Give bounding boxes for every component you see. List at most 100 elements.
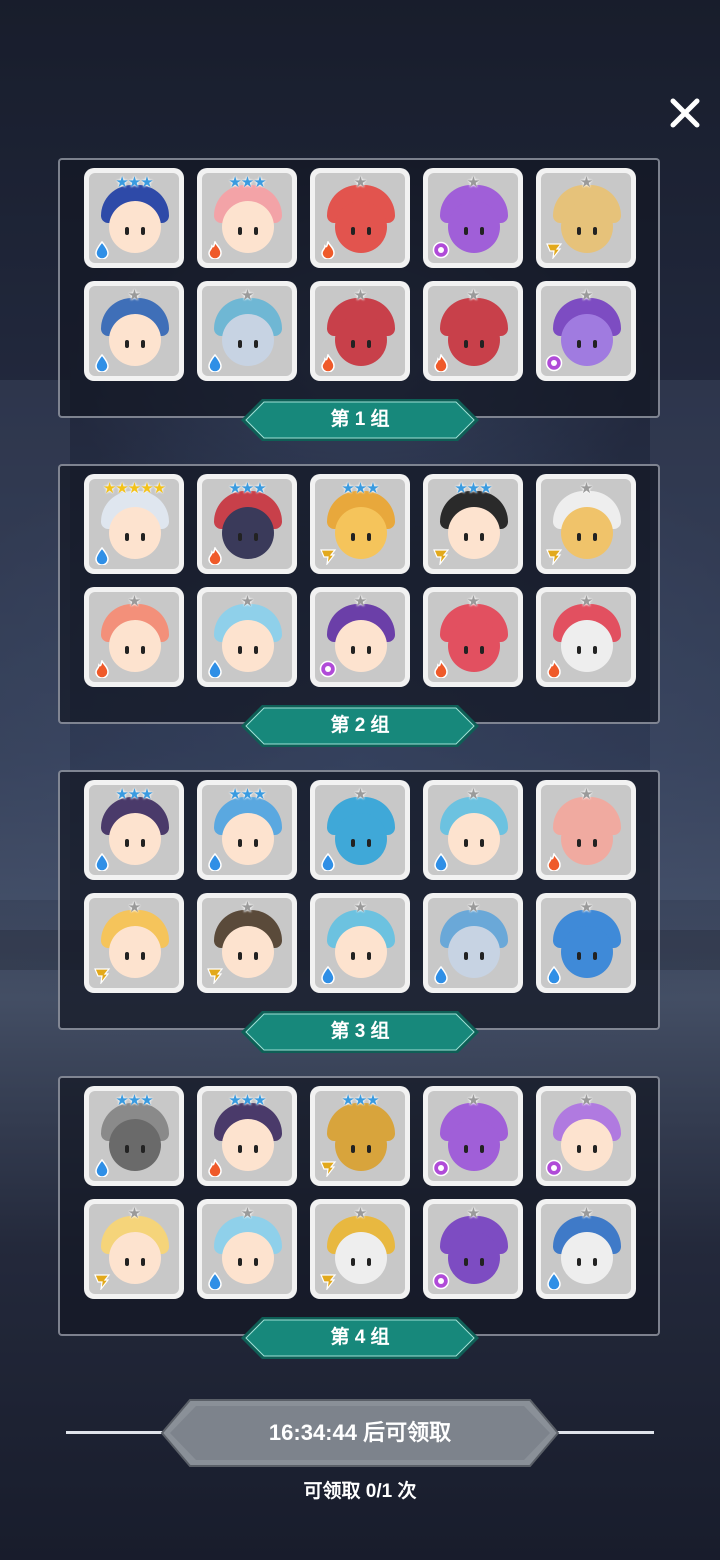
hero-eye <box>464 1145 468 1153</box>
hero-card[interactable]: ★ <box>310 893 410 993</box>
hero-eye <box>464 646 468 654</box>
claim-timer-button[interactable]: 16:34:44 后可领取 <box>160 1398 560 1468</box>
hero-card[interactable]: ★ <box>536 281 636 381</box>
hero-card[interactable]: ★ <box>536 474 636 574</box>
hero-card[interactable]: ★★★ <box>197 474 297 574</box>
hero-face <box>109 620 161 672</box>
hero-eye <box>577 533 581 541</box>
hero-card[interactable]: ★★★★★ <box>84 474 184 574</box>
hero-card[interactable]: ★ <box>310 281 410 381</box>
dark-element-icon <box>432 1272 450 1290</box>
wind-element-icon <box>206 966 224 984</box>
hero-card[interactable]: ★ <box>197 587 297 687</box>
group-label-4: 第 4 组 <box>240 1316 480 1360</box>
hero-eye <box>141 1145 145 1153</box>
hero-card[interactable]: ★★★ <box>84 780 184 880</box>
hero-card[interactable]: ★ <box>423 1086 523 1186</box>
group-panel-1: ★★★ ★★★ ★ ★ ★ ★ ★ ★ ★ ★ <box>58 158 660 418</box>
fire-element-icon <box>432 354 450 372</box>
hero-face <box>561 314 613 366</box>
hero-card[interactable]: ★★★ <box>197 1086 297 1186</box>
hero-card[interactable]: ★ <box>310 168 410 268</box>
star-rating: ★★★ <box>228 174 266 191</box>
hero-portrait: ★★★ <box>89 173 179 263</box>
hero-eye <box>254 1145 258 1153</box>
star-rating: ★★★ <box>228 480 266 497</box>
hero-eye <box>577 1145 581 1153</box>
water-element-icon <box>432 966 450 984</box>
water-element-icon <box>319 966 337 984</box>
close-icon <box>670 98 700 128</box>
hero-face <box>222 1119 274 1171</box>
hero-eye <box>480 340 484 348</box>
hero-eye <box>141 533 145 541</box>
hero-card[interactable]: ★ <box>536 780 636 880</box>
hero-portrait: ★ <box>89 898 179 988</box>
hero-face <box>335 314 387 366</box>
hero-card[interactable]: ★★★ <box>197 168 297 268</box>
hero-card[interactable]: ★ <box>84 587 184 687</box>
hero-card[interactable]: ★ <box>536 587 636 687</box>
hero-portrait: ★ <box>89 1204 179 1294</box>
star-rating: ★★★ <box>228 1092 266 1109</box>
hero-card[interactable]: ★ <box>84 1199 184 1299</box>
hero-card[interactable]: ★ <box>536 1199 636 1299</box>
hero-eye <box>351 646 355 654</box>
hero-card[interactable]: ★ <box>536 893 636 993</box>
wind-element-icon <box>545 241 563 259</box>
hero-portrait: ★ <box>89 592 179 682</box>
star-rating: ★★★ <box>115 174 153 191</box>
hero-portrait: ★ <box>428 1091 518 1181</box>
hero-face <box>109 201 161 253</box>
hero-eye <box>593 340 597 348</box>
hero-portrait: ★ <box>202 592 292 682</box>
hero-card[interactable]: ★ <box>310 587 410 687</box>
hero-card[interactable]: ★★★ <box>310 1086 410 1186</box>
hero-card[interactable]: ★ <box>423 587 523 687</box>
hero-portrait: ★ <box>541 785 631 875</box>
hero-card[interactable]: ★ <box>197 893 297 993</box>
hero-card[interactable]: ★ <box>423 1199 523 1299</box>
hero-card[interactable]: ★★★ <box>197 780 297 880</box>
hero-eye <box>480 952 484 960</box>
hero-eye <box>141 340 145 348</box>
hero-card[interactable]: ★ <box>310 1199 410 1299</box>
water-element-icon <box>206 853 224 871</box>
hero-card[interactable]: ★ <box>536 168 636 268</box>
hero-card[interactable]: ★★★ <box>84 1086 184 1186</box>
star-rating: ★ <box>579 1092 593 1109</box>
hero-portrait: ★ <box>541 286 631 376</box>
hero-card[interactable]: ★ <box>310 780 410 880</box>
hero-card[interactable]: ★ <box>197 1199 297 1299</box>
hero-card[interactable]: ★ <box>423 168 523 268</box>
dark-element-icon <box>545 354 563 372</box>
water-element-icon <box>206 1272 224 1290</box>
wind-element-icon <box>93 966 111 984</box>
close-button[interactable] <box>664 92 706 134</box>
hero-eye <box>254 839 258 847</box>
fire-element-icon <box>206 547 224 565</box>
hero-card[interactable]: ★★★ <box>310 474 410 574</box>
hero-eye <box>351 227 355 235</box>
hero-card[interactable]: ★ <box>84 893 184 993</box>
hero-card[interactable]: ★★★ <box>84 168 184 268</box>
star-rating: ★★★ <box>454 480 492 497</box>
group-label-text: 第 2 组 <box>330 715 390 736</box>
hero-card[interactable]: ★ <box>423 893 523 993</box>
hero-face <box>561 201 613 253</box>
hero-eye <box>464 839 468 847</box>
group-label-3: 第 3 组 <box>240 1010 480 1054</box>
star-rating: ★ <box>127 287 141 304</box>
fire-element-icon <box>319 241 337 259</box>
hero-eye <box>593 227 597 235</box>
hero-card[interactable]: ★ <box>536 1086 636 1186</box>
hero-portrait: ★ <box>315 286 405 376</box>
wind-element-icon <box>93 1272 111 1290</box>
hero-face <box>109 813 161 865</box>
hero-card[interactable]: ★ <box>197 281 297 381</box>
hero-card[interactable]: ★ <box>423 780 523 880</box>
hero-eye <box>351 1258 355 1266</box>
hero-card[interactable]: ★★★ <box>423 474 523 574</box>
hero-card[interactable]: ★ <box>84 281 184 381</box>
hero-card[interactable]: ★ <box>423 281 523 381</box>
